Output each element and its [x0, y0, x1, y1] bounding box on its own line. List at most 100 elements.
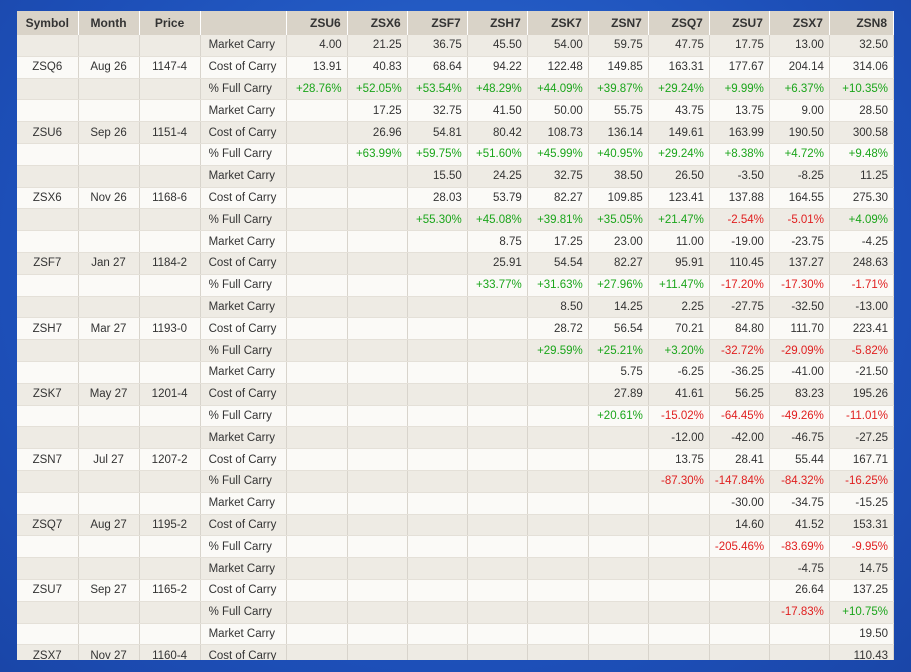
month-cell: [78, 601, 140, 624]
value-cell: -36.25: [709, 361, 770, 384]
price-cell: 1165-2: [139, 579, 201, 602]
col-header-price[interactable]: Price: [139, 11, 201, 35]
value-cell: [347, 187, 408, 210]
table-row: ZSH7 Mar 27 1193-0 Cost of Carry 28.72 56.54 7…: [17, 317, 894, 341]
value-cell: [347, 361, 408, 384]
symbol-cell: [17, 361, 79, 384]
value-cell: 110.43: [829, 644, 894, 660]
value-cell: +63.99%: [347, 143, 408, 166]
value-cell: -21.50: [829, 361, 894, 384]
value-cell: -4.75: [769, 557, 830, 580]
col-header-zsq7[interactable]: ZSQ7: [648, 11, 710, 35]
row-label-cell: Market Carry: [200, 296, 287, 319]
value-cell: +59.75%: [407, 143, 468, 166]
value-cell: -49.26%: [769, 405, 830, 428]
value-cell: 11.00: [648, 230, 710, 253]
value-cell: [286, 644, 348, 660]
value-cell: +48.29%: [467, 78, 528, 101]
carry-table: Symbol Month Price ZSU6 ZSX6 ZSF7 ZSH7 Z…: [17, 11, 894, 660]
table-row: Market Carry 15.50 24.25 32.75 38.50 26.50 -3.…: [17, 165, 894, 188]
col-header-zsx7[interactable]: ZSX7: [769, 11, 830, 35]
price-cell: [139, 492, 201, 515]
value-cell: 123.41: [648, 187, 710, 210]
price-cell: 1151-4: [139, 121, 201, 144]
value-cell: +29.24%: [648, 78, 710, 101]
price-cell: 1207-2: [139, 448, 201, 471]
col-header-zsf7[interactable]: ZSF7: [407, 11, 468, 35]
value-cell: 167.71: [829, 448, 894, 471]
symbol-cell: ZSX6: [17, 187, 79, 210]
symbol-cell: ZSU6: [17, 121, 79, 144]
value-cell: -27.25: [829, 426, 894, 450]
value-cell: 17.25: [347, 99, 408, 123]
row-label-cell: Cost of Carry: [200, 187, 287, 210]
value-cell: +20.61%: [588, 405, 649, 428]
value-cell: 23.00: [588, 230, 649, 253]
value-cell: [467, 601, 528, 624]
value-cell: 14.60: [709, 514, 770, 537]
value-cell: +44.09%: [527, 78, 589, 101]
col-header-zsk7[interactable]: ZSK7: [527, 11, 589, 35]
price-cell: [139, 470, 201, 493]
row-label-cell: Market Carry: [200, 557, 287, 580]
month-cell: [78, 405, 140, 428]
value-cell: [407, 579, 468, 602]
value-cell: [347, 623, 408, 646]
value-cell: -12.00: [648, 426, 710, 450]
month-cell: [78, 208, 140, 232]
value-cell: [347, 492, 408, 515]
col-header-zsn7[interactable]: ZSN7: [588, 11, 649, 35]
month-cell: Sep 27: [78, 579, 140, 602]
value-cell: [709, 557, 770, 580]
symbol-cell: [17, 623, 79, 646]
value-cell: [286, 535, 348, 559]
row-label-cell: Cost of Carry: [200, 644, 287, 660]
row-label-cell: Market Carry: [200, 623, 287, 646]
value-cell: [648, 535, 710, 559]
price-cell: [139, 35, 201, 57]
price-cell: 1201-4: [139, 383, 201, 406]
value-cell: 41.50: [467, 99, 528, 123]
value-cell: 204.14: [769, 56, 830, 79]
value-cell: 54.54: [527, 252, 589, 275]
table-row: % Full Carry -17.83% +10.75%: [17, 601, 894, 624]
table-row: ZSF7 Jan 27 1184-2 Cost of Carry 25.91 54.54 8…: [17, 252, 894, 275]
symbol-cell: [17, 143, 79, 166]
row-label-cell: % Full Carry: [200, 339, 287, 362]
value-cell: [467, 296, 528, 319]
price-cell: [139, 557, 201, 580]
value-cell: 56.54: [588, 317, 649, 341]
value-cell: 9.00: [769, 99, 830, 123]
value-cell: [467, 426, 528, 450]
value-cell: [347, 535, 408, 559]
value-cell: [467, 492, 528, 515]
value-cell: +27.96%: [588, 274, 649, 297]
value-cell: 149.85: [588, 56, 649, 79]
symbol-cell: [17, 99, 79, 123]
value-cell: [709, 579, 770, 602]
table-row: Market Carry 5.75 -6.25 -36.25 -41.00 -21.50: [17, 361, 894, 384]
row-label-cell: % Full Carry: [200, 535, 287, 559]
col-header-zsn8[interactable]: ZSN8: [829, 11, 894, 35]
value-cell: -11.01%: [829, 405, 894, 428]
row-label-cell: Market Carry: [200, 165, 287, 188]
value-cell: 21.25: [347, 35, 408, 57]
value-cell: [286, 557, 348, 580]
symbol-cell: ZSQ6: [17, 56, 79, 79]
col-header-zsu6[interactable]: ZSU6: [286, 11, 348, 35]
value-cell: +33.77%: [467, 274, 528, 297]
symbol-cell: ZSX7: [17, 644, 79, 660]
value-cell: +52.05%: [347, 78, 408, 101]
month-cell: [78, 78, 140, 101]
col-header-zsx6[interactable]: ZSX6: [347, 11, 408, 35]
table-row: % Full Carry +33.77% +31.63% +27.96% +11.47%…: [17, 274, 894, 297]
table-row: Market Carry -4.75 14.75: [17, 557, 894, 580]
month-cell: Aug 26: [78, 56, 140, 79]
row-label-cell: % Full Carry: [200, 143, 287, 166]
value-cell: 36.75: [407, 35, 468, 57]
price-cell: [139, 623, 201, 646]
col-header-zsh7[interactable]: ZSH7: [467, 11, 528, 35]
col-header-zsu7[interactable]: ZSU7: [709, 11, 770, 35]
col-header-month[interactable]: Month: [78, 11, 140, 35]
col-header-symbol[interactable]: Symbol: [17, 11, 79, 35]
